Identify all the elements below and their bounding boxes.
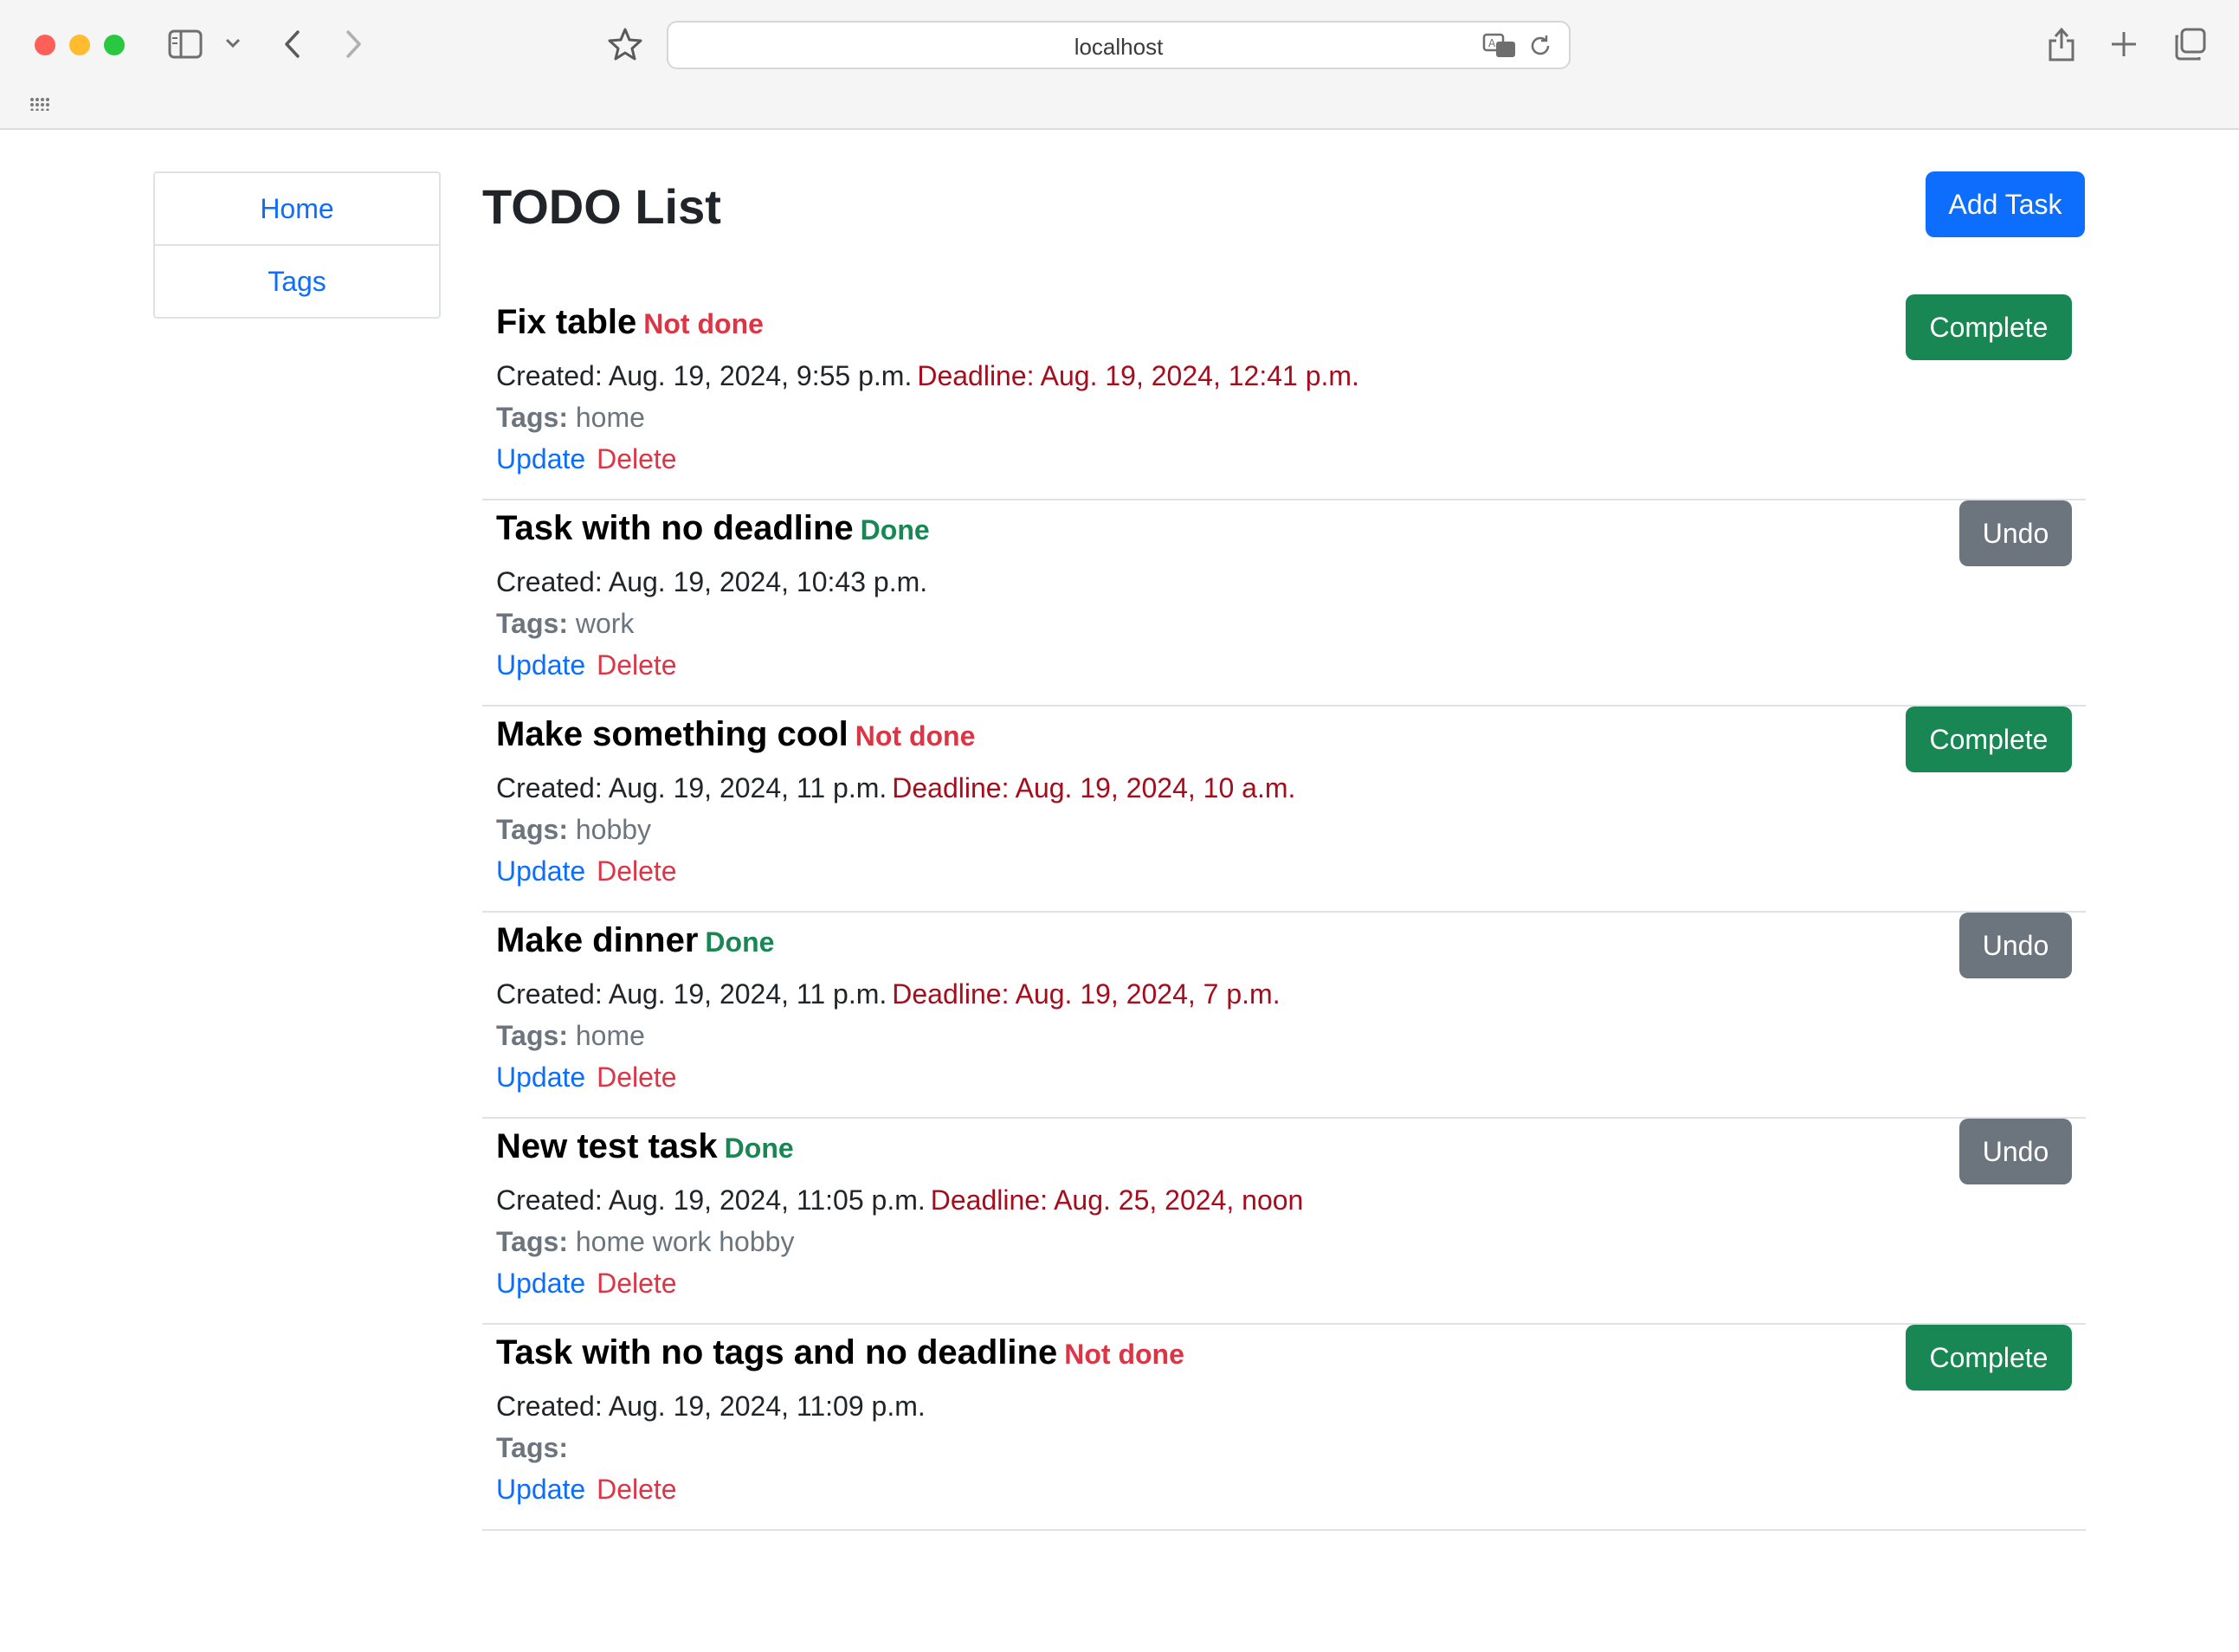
task-item: Task with no tags and no deadline Not don… — [482, 1325, 2086, 1531]
svg-text:A: A — [1488, 37, 1496, 49]
browser-toolbar: localhost A — [0, 0, 2239, 130]
back-icon[interactable] — [282, 29, 303, 59]
delete-link[interactable]: Delete — [597, 443, 677, 474]
task-item: New test task Done Created: Aug. 19, 2024… — [482, 1119, 2086, 1325]
status-badge: Not done — [643, 308, 764, 339]
complete-button[interactable]: Complete — [1906, 1325, 2072, 1391]
minimize-window-button[interactable] — [69, 35, 90, 55]
page-title: TODO List — [482, 179, 721, 234]
zoom-window-button[interactable] — [104, 35, 125, 55]
task-title: Make something cool — [496, 715, 848, 753]
undo-button[interactable]: Undo — [1959, 913, 2072, 978]
task-tags: hobby — [575, 814, 652, 845]
task-created: Created: Aug. 19, 2024, 10:43 p.m. — [496, 566, 928, 597]
close-window-button[interactable] — [35, 35, 55, 55]
task-deadline: Deadline: Aug. 25, 2024, noon — [930, 1184, 1304, 1216]
task-title: Task with no tags and no deadline — [496, 1333, 1058, 1371]
task-created: Created: Aug. 19, 2024, 9:55 p.m. — [496, 360, 913, 391]
task-tags: home — [575, 1020, 645, 1051]
tags-label: Tags: — [496, 608, 568, 639]
task-item: Make dinner Done Created: Aug. 19, 2024, … — [482, 913, 2086, 1119]
task-item: Task with no deadline Done Created: Aug. … — [482, 500, 2086, 707]
delete-link[interactable]: Delete — [597, 1268, 677, 1299]
delete-link[interactable]: Delete — [597, 1062, 677, 1093]
task-created: Created: Aug. 19, 2024, 11 p.m. — [496, 772, 887, 803]
task-title: New test task — [496, 1127, 718, 1165]
task-tags: work — [575, 608, 635, 639]
update-link[interactable]: Update — [496, 649, 585, 681]
chevron-down-icon[interactable] — [225, 38, 241, 48]
reload-icon[interactable] — [1527, 33, 1553, 63]
task-item: Fix table Not done Created: Aug. 19, 2024… — [482, 294, 2086, 500]
undo-button[interactable]: Undo — [1959, 500, 2072, 566]
status-badge: Not done — [855, 720, 976, 752]
address-url[interactable]: localhost — [668, 34, 1569, 61]
delete-link[interactable]: Delete — [597, 649, 677, 681]
sidebar-nav: Home Tags — [153, 171, 441, 319]
update-link[interactable]: Update — [496, 855, 585, 887]
update-link[interactable]: Update — [496, 1268, 585, 1299]
delete-link[interactable]: Delete — [597, 855, 677, 887]
status-badge: Not done — [1064, 1339, 1184, 1370]
task-created: Created: Aug. 19, 2024, 11 p.m. — [496, 978, 887, 1010]
bookmark-star-icon[interactable] — [608, 28, 642, 61]
tags-label: Tags: — [496, 814, 568, 845]
status-badge: Done — [724, 1133, 794, 1164]
tags-label: Tags: — [496, 1226, 568, 1257]
add-task-button[interactable]: Add Task — [1926, 171, 2085, 237]
status-badge: Done — [705, 926, 775, 958]
update-link[interactable]: Update — [496, 1062, 585, 1093]
task-title: Task with no deadline — [496, 509, 854, 547]
task-deadline: Deadline: Aug. 19, 2024, 10 a.m. — [892, 772, 1296, 803]
forward-icon[interactable] — [343, 29, 364, 59]
share-icon[interactable] — [2047, 26, 2076, 62]
task-created: Created: Aug. 19, 2024, 11:05 p.m. — [496, 1184, 926, 1216]
sidebar-item-tags[interactable]: Tags — [155, 244, 439, 317]
undo-button[interactable]: Undo — [1959, 1119, 2072, 1184]
task-title: Make dinner — [496, 921, 699, 959]
task-deadline: Deadline: Aug. 19, 2024, 12:41 p.m. — [917, 360, 1359, 391]
sidebar-toggle-icon[interactable] — [168, 29, 203, 59]
tags-label: Tags: — [496, 1432, 568, 1463]
tags-label: Tags: — [496, 1020, 568, 1051]
tab-overview-icon[interactable] — [2173, 28, 2206, 61]
task-item: Make something cool Not done Created: Aug… — [482, 707, 2086, 913]
task-deadline: Deadline: Aug. 19, 2024, 7 p.m. — [892, 978, 1281, 1010]
status-badge: Done — [860, 514, 930, 545]
task-created: Created: Aug. 19, 2024, 11:09 p.m. — [496, 1391, 926, 1422]
sidebar-item-home[interactable]: Home — [155, 173, 439, 244]
task-tags: home — [575, 402, 645, 433]
translate-icon[interactable]: A — [1482, 33, 1517, 63]
new-tab-icon[interactable] — [2109, 29, 2139, 59]
update-link[interactable]: Update — [496, 443, 585, 474]
address-bar[interactable]: localhost A — [667, 21, 1571, 69]
task-title: Fix table — [496, 303, 637, 341]
favorites-grid-icon[interactable] — [29, 97, 50, 111]
tags-label: Tags: — [496, 402, 568, 433]
delete-link[interactable]: Delete — [597, 1474, 677, 1505]
complete-button[interactable]: Complete — [1906, 294, 2072, 360]
update-link[interactable]: Update — [496, 1474, 585, 1505]
complete-button[interactable]: Complete — [1906, 707, 2072, 772]
task-tags: home work hobby — [575, 1226, 795, 1257]
